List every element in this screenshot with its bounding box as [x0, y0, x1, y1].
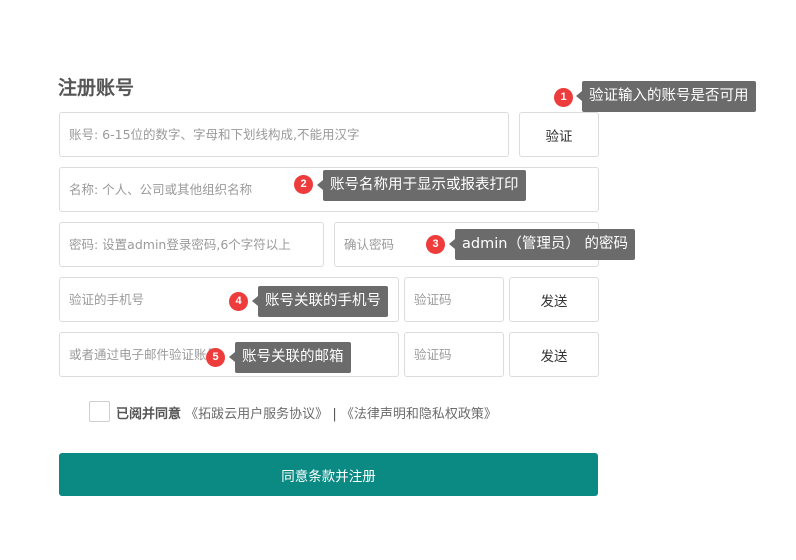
page-title: 注册账号 [58, 77, 135, 99]
verify-button[interactable]: 验证 [519, 112, 599, 157]
annotation-tooltip-5: 账号关联的邮箱 [229, 342, 351, 373]
password-input[interactable] [59, 222, 324, 267]
annotation-tooltip-3: admin（管理员） 的密码 [448, 229, 636, 260]
annotation-badge-3: 3 [426, 235, 445, 254]
annotation-badge-4: 4 [229, 292, 248, 311]
annotation-tooltip-4: 账号关联的手机号 [252, 286, 388, 317]
agree-label: 已阅并同意 [116, 407, 182, 422]
email-code-input[interactable] [404, 332, 504, 377]
phone-code-input[interactable] [404, 277, 504, 322]
annotation-badge-2: 2 [294, 175, 313, 194]
submit-button[interactable]: 同意条款并注册 [59, 453, 598, 496]
account-input[interactable] [59, 112, 509, 157]
annotation-badge-5: 5 [206, 348, 225, 367]
email-send-button[interactable]: 发送 [509, 332, 599, 377]
terms-link[interactable]: 《拓跋云用户服务协议》 [185, 407, 328, 422]
annotation-tooltip-1: 验证输入的账号是否可用 [576, 81, 756, 112]
privacy-link[interactable]: 《法律声明和隐私权政策》 [341, 407, 497, 422]
phone-send-button[interactable]: 发送 [509, 277, 599, 322]
annotation-tooltip-2: 账号名称用于显示或报表打印 [317, 170, 526, 201]
agreement-separator: | [332, 407, 337, 422]
annotation-badge-1: 1 [554, 88, 573, 107]
agreement-text: 已阅并同意 《拓跋云用户服务协议》 | 《法律声明和隐私权政策》 [116, 403, 497, 422]
agree-checkbox[interactable] [89, 401, 110, 422]
